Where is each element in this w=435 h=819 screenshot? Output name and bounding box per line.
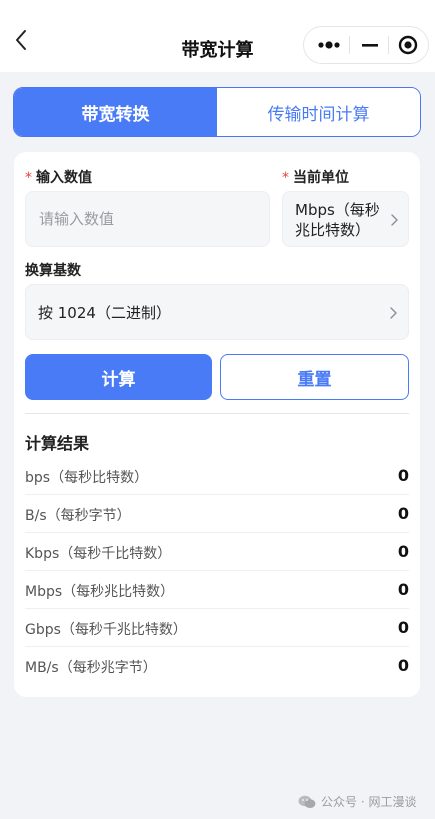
reset-button[interactable]: 重置 — [220, 354, 409, 400]
chevron-right-icon — [391, 214, 398, 226]
result-value: 0 — [397, 580, 409, 599]
unit-field-label: * 当前单位 — [282, 170, 349, 186]
result-label: B/s（每秒字节） — [25, 508, 131, 524]
tab-transfer-time[interactable]: 传输时间计算 — [217, 88, 420, 136]
watermark-text: 公众号 · 网工漫谈 — [321, 795, 417, 809]
result-row: MB/s（每秒兆字节） 0 — [25, 647, 409, 685]
chevron-right-icon — [390, 307, 397, 319]
more-dots-icon — [318, 41, 340, 49]
result-row: B/s（每秒字节） 0 — [25, 495, 409, 533]
base-select[interactable]: 按 1024（二进制） — [25, 284, 409, 340]
result-label: bps（每秒比特数） — [25, 470, 149, 486]
value-input-wrapper — [25, 191, 270, 247]
tab-bandwidth-convert[interactable]: 带宽转换 — [14, 88, 217, 136]
value-input[interactable] — [26, 192, 269, 246]
result-value: 0 — [397, 656, 409, 675]
results-list: bps（每秒比特数） 0 B/s（每秒字节） 0 Kbps（每秒千比特数） 0 … — [25, 457, 409, 685]
close-button[interactable] — [394, 27, 422, 63]
result-label: Gbps（每秒千兆比特数） — [25, 622, 187, 638]
more-button[interactable] — [316, 27, 344, 63]
watermark: 公众号 · 网工漫谈 — [298, 793, 416, 810]
result-value: 0 — [397, 504, 409, 523]
mode-tabs: 带宽转换 传输时间计算 — [13, 87, 421, 137]
unit-select-value: Mbps（每秒兆比特数） — [295, 201, 380, 239]
result-label: Kbps（每秒千比特数） — [25, 546, 172, 562]
result-value: 0 — [397, 542, 409, 561]
base-field-label: 换算基数 — [25, 263, 81, 279]
result-label: MB/s（每秒兆字节） — [25, 660, 157, 676]
results-title: 计算结果 — [25, 434, 90, 453]
top-nav-bar: 带宽计算 — [0, 0, 435, 72]
minimize-button[interactable] — [358, 27, 382, 63]
base-select-value: 按 1024（二进制） — [38, 304, 171, 322]
result-value: 0 — [397, 618, 409, 637]
required-mark: * — [25, 170, 32, 186]
minimize-icon — [362, 44, 378, 47]
target-icon — [398, 35, 418, 55]
capsule-divider — [388, 36, 389, 54]
result-row: bps（每秒比特数） 0 — [25, 457, 409, 495]
capsule-divider — [349, 36, 350, 54]
result-label: Mbps（每秒兆比特数） — [25, 584, 175, 600]
result-row: Kbps（每秒千比特数） 0 — [25, 533, 409, 571]
calculate-button[interactable]: 计算 — [25, 354, 212, 400]
mini-program-capsule — [303, 26, 429, 64]
unit-select[interactable]: Mbps（每秒兆比特数） — [282, 191, 409, 247]
result-row: Gbps（每秒千兆比特数） 0 — [25, 609, 409, 647]
result-row: Mbps（每秒兆比特数） 0 — [25, 571, 409, 609]
result-value: 0 — [397, 466, 409, 485]
value-field-label: * 输入数值 — [25, 170, 92, 186]
divider — [25, 413, 409, 414]
wechat-icon — [298, 795, 316, 808]
calculator-card: *输入数值 *当前单位 Mbps（每秒兆比特数） 换算基数 按 1024（二进制… — [14, 152, 420, 697]
required-mark: * — [282, 170, 289, 186]
